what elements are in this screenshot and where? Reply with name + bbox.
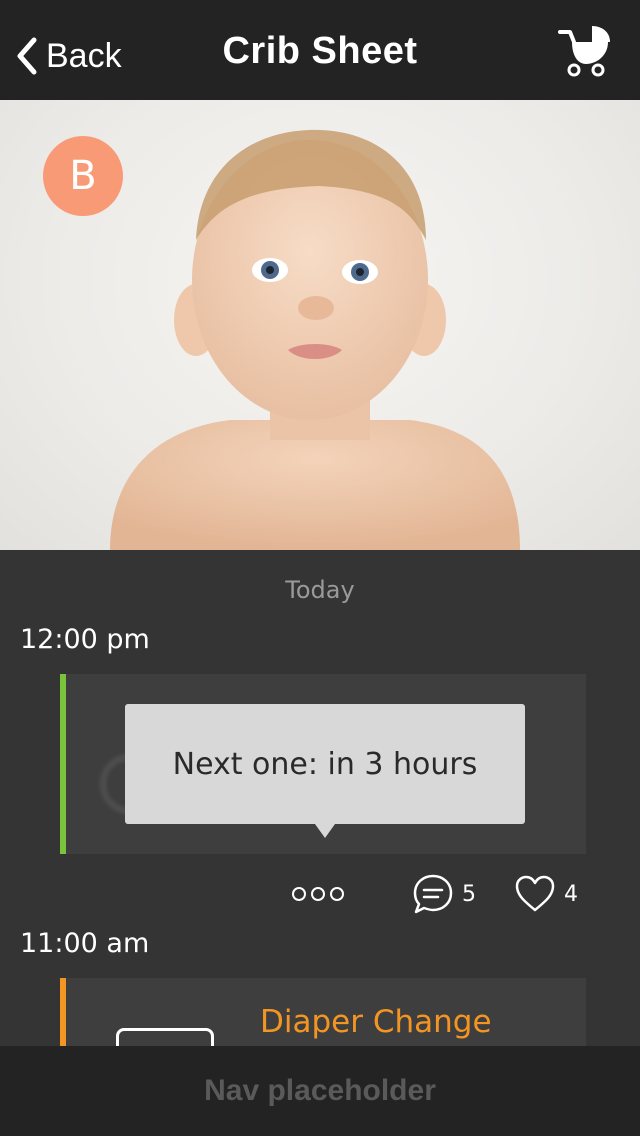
top-nav-bar: Back Crib Sheet: [0, 0, 640, 100]
dot-icon: [292, 887, 306, 901]
like-button[interactable]: 4: [514, 872, 578, 916]
more-options-button[interactable]: [292, 872, 349, 916]
entry-time: 11:00 am: [20, 928, 150, 959]
entry-title: Diaper Change: [260, 1004, 492, 1040]
next-reminder-tooltip: Next one: in 3 hours: [125, 704, 525, 838]
card-accent-bar: [60, 674, 66, 854]
page-title: Crib Sheet: [222, 30, 418, 72]
dot-icon: [311, 887, 325, 901]
nav-placeholder-label: Nav placeholder: [204, 1074, 436, 1107]
bottom-nav[interactable]: Nav placeholder: [0, 1046, 640, 1136]
like-count: 4: [564, 881, 578, 907]
comments-button[interactable]: 5: [412, 872, 476, 916]
comment-count: 5: [462, 881, 476, 907]
day-header: Today: [285, 576, 355, 604]
dot-icon: [330, 887, 344, 901]
stroller-icon[interactable]: [556, 20, 616, 80]
heart-icon: [515, 875, 555, 912]
comment-icon: [413, 874, 453, 914]
profile-avatar-badge[interactable]: B: [43, 136, 123, 216]
entry-time: 12:00 pm: [20, 624, 150, 655]
tooltip-text: Next one: in 3 hours: [172, 746, 478, 782]
